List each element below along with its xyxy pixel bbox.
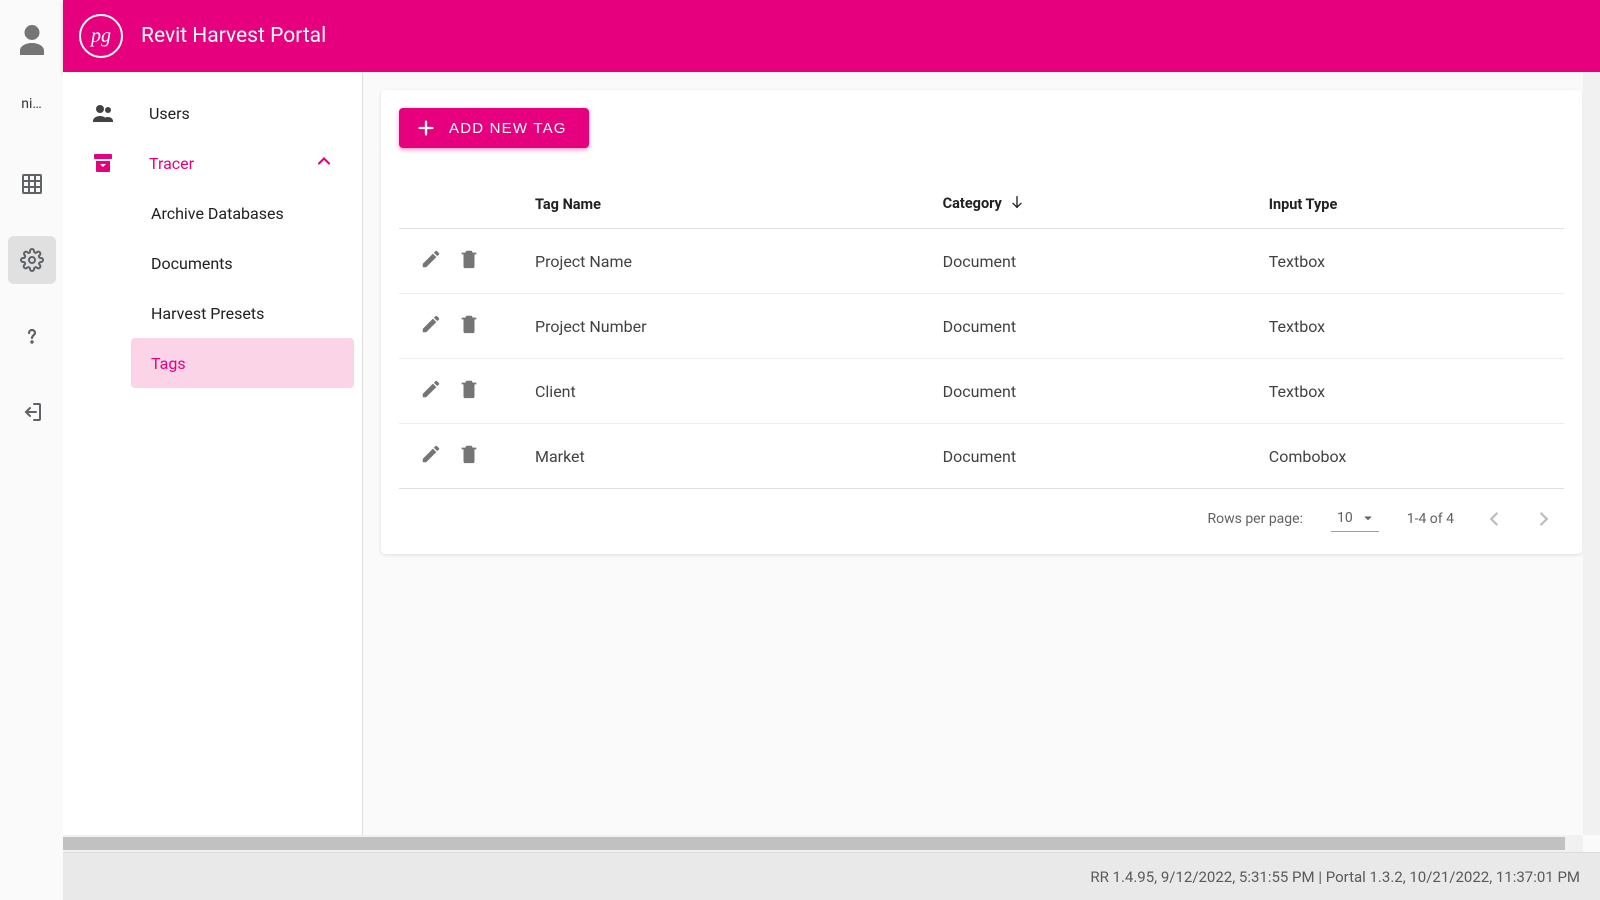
trash-icon bbox=[458, 248, 480, 274]
cell-input-type: Textbox bbox=[1253, 229, 1564, 294]
sidebar-item-label: Documents bbox=[151, 254, 233, 273]
page-size-value: 10 bbox=[1337, 510, 1353, 526]
table-row: Project NameDocumentTextbox bbox=[399, 229, 1564, 294]
sidebar-item-tags[interactable]: Tags bbox=[131, 338, 354, 388]
app-logo: pg bbox=[79, 14, 123, 58]
edit-button[interactable] bbox=[415, 310, 447, 342]
version-text: RR 1.4.95, 9/12/2022, 5:31:55 PM | Porta… bbox=[1090, 868, 1580, 886]
cell-tag-name: Market bbox=[519, 424, 927, 489]
cell-input-type: Textbox bbox=[1253, 294, 1564, 359]
pagination-range: 1-4 of 4 bbox=[1407, 511, 1454, 527]
prev-page-button[interactable] bbox=[1482, 507, 1506, 531]
sidebar-item-users[interactable]: Users bbox=[71, 88, 354, 138]
trash-icon bbox=[458, 443, 480, 469]
table-row: MarketDocumentCombobox bbox=[399, 424, 1564, 489]
user-avatar-icon[interactable] bbox=[14, 22, 50, 58]
trash-icon bbox=[458, 313, 480, 339]
sidebar-item-label: Harvest Presets bbox=[151, 304, 264, 323]
cell-category: Document bbox=[927, 229, 1253, 294]
delete-button[interactable] bbox=[453, 375, 485, 407]
sidebar: Users Tracer Archive Databases bbox=[63, 72, 363, 835]
edit-button[interactable] bbox=[415, 440, 447, 472]
rail-logout-button[interactable] bbox=[8, 388, 56, 436]
dropdown-icon bbox=[1359, 509, 1377, 527]
users-icon bbox=[91, 101, 115, 125]
column-category[interactable]: Category bbox=[927, 180, 1253, 229]
sidebar-item-label: Archive Databases bbox=[151, 204, 284, 223]
delete-button[interactable] bbox=[453, 440, 485, 472]
edit-button[interactable] bbox=[415, 375, 447, 407]
tags-card: ADD NEW TAG Tag Name Category bbox=[381, 90, 1582, 554]
pencil-icon bbox=[420, 443, 442, 469]
next-page-button[interactable] bbox=[1532, 507, 1556, 531]
tags-table: Tag Name Category Input Type Proj bbox=[399, 180, 1564, 489]
app-bar: pg Revit Harvest Portal bbox=[63, 0, 1600, 72]
chevron-left-icon bbox=[1483, 508, 1505, 530]
left-rail: ni… bbox=[0, 0, 63, 900]
pencil-icon bbox=[420, 378, 442, 404]
cell-category: Document bbox=[927, 294, 1253, 359]
cell-input-type: Combobox bbox=[1253, 424, 1564, 489]
pencil-icon bbox=[420, 313, 442, 339]
chevron-up-icon bbox=[314, 151, 334, 175]
sidebar-item-label: Users bbox=[149, 104, 190, 123]
trash-icon bbox=[458, 378, 480, 404]
cell-category: Document bbox=[927, 424, 1253, 489]
rail-help-button[interactable] bbox=[8, 312, 56, 360]
cell-tag-name: Project Name bbox=[519, 229, 927, 294]
add-button-label: ADD NEW TAG bbox=[449, 120, 567, 137]
chevron-right-icon bbox=[1533, 508, 1555, 530]
sidebar-item-label: Tracer bbox=[149, 154, 194, 173]
sidebar-item-archive-databases[interactable]: Archive Databases bbox=[131, 188, 354, 238]
column-input-type[interactable]: Input Type bbox=[1253, 180, 1564, 229]
column-actions bbox=[399, 180, 519, 229]
table-row: ClientDocumentTextbox bbox=[399, 359, 1564, 424]
sidebar-item-label: Tags bbox=[151, 354, 186, 373]
pagination: Rows per page: 10 1-4 of 4 bbox=[399, 489, 1564, 536]
user-short-label: ni… bbox=[12, 96, 52, 112]
sidebar-item-tracer[interactable]: Tracer bbox=[71, 138, 354, 188]
add-new-tag-button[interactable]: ADD NEW TAG bbox=[399, 108, 589, 148]
sort-down-icon bbox=[1009, 194, 1025, 214]
rows-per-page-label: Rows per page: bbox=[1207, 511, 1302, 527]
rail-grid-button[interactable] bbox=[8, 160, 56, 208]
rows-per-page-select[interactable]: 10 bbox=[1331, 505, 1379, 532]
rail-settings-button[interactable] bbox=[8, 236, 56, 284]
cell-input-type: Textbox bbox=[1253, 359, 1564, 424]
content-area: ADD NEW TAG Tag Name Category bbox=[363, 72, 1600, 835]
table-row: Project NumberDocumentTextbox bbox=[399, 294, 1564, 359]
sidebar-item-documents[interactable]: Documents bbox=[131, 238, 354, 288]
cell-tag-name: Client bbox=[519, 359, 927, 424]
cell-tag-name: Project Number bbox=[519, 294, 927, 359]
delete-button[interactable] bbox=[453, 310, 485, 342]
vertical-scrollbar[interactable] bbox=[1583, 72, 1600, 835]
plus-icon bbox=[415, 117, 437, 139]
sidebar-item-harvest-presets[interactable]: Harvest Presets bbox=[131, 288, 354, 338]
archive-icon bbox=[91, 151, 115, 175]
delete-button[interactable] bbox=[453, 245, 485, 277]
footer: RR 1.4.95, 9/12/2022, 5:31:55 PM | Porta… bbox=[63, 852, 1600, 900]
app-title: Revit Harvest Portal bbox=[141, 24, 326, 48]
edit-button[interactable] bbox=[415, 245, 447, 277]
column-tag-name[interactable]: Tag Name bbox=[519, 180, 927, 229]
cell-category: Document bbox=[927, 359, 1253, 424]
sidebar-submenu-tracer: Archive Databases Documents Harvest Pres… bbox=[71, 188, 354, 388]
pencil-icon bbox=[420, 248, 442, 274]
horizontal-scrollbar[interactable] bbox=[63, 835, 1583, 852]
